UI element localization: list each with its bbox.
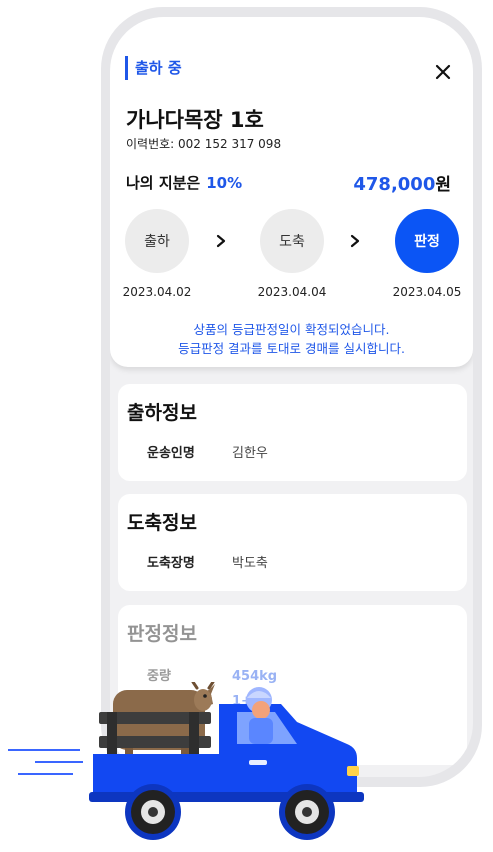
chevron-right-icon <box>216 234 226 248</box>
shipment-status-card: 출하 중 가나다목장 1호 이력번호: 002 152 317 098 나의 지… <box>110 17 473 367</box>
slaughter-info-card: 도축정보 도축장명 박도축 <box>118 494 467 591</box>
shipping-info-row: 운송인명 김한우 <box>147 442 268 461</box>
slaughter-info-title: 도축정보 <box>127 512 197 534</box>
speed-line <box>35 761 83 763</box>
carrier-name-label: 운송인명 <box>147 446 195 461</box>
grading-info-title: 판정정보 <box>127 623 197 645</box>
share-amount: 478,000원 <box>353 170 451 195</box>
carrier-name-value: 김한우 <box>232 446 268 461</box>
notice-line-1: 상품의 등급판정일이 확정되었습니다. <box>193 322 390 337</box>
grading-notice: 상품의 등급판정일이 확정되었습니다. 등급판정 결과를 토대로 경매를 실시합… <box>110 320 473 358</box>
shipping-info-card: 출하정보 운송인명 김한우 <box>118 384 467 481</box>
share-amount-unit: 원 <box>435 175 451 195</box>
step-date-grading: 2023.04.05 <box>392 285 462 299</box>
step-date-shipping: 2023.04.02 <box>122 285 192 299</box>
share-row: 나의 지분은 10% <box>126 172 242 193</box>
share-percent: 10% <box>206 174 243 192</box>
speed-line <box>18 773 73 775</box>
speed-line <box>8 749 80 751</box>
truck-illustration <box>89 682 364 840</box>
close-button[interactable] <box>428 57 458 87</box>
slaughterhouse-label: 도축장명 <box>147 556 195 571</box>
farm-name: 가나다목장 1호 <box>126 108 264 132</box>
close-icon <box>435 64 451 80</box>
slaughterhouse-value: 박도축 <box>232 556 268 571</box>
share-amount-value: 478,000 <box>353 174 436 195</box>
status-tag: 출하 중 <box>125 56 182 80</box>
phone-frame: 출하 중 가나다목장 1호 이력번호: 002 152 317 098 나의 지… <box>101 7 482 787</box>
notice-line-2: 등급판정 결과를 토대로 경매를 실시합니다. <box>178 341 405 356</box>
front-wheel <box>279 784 335 840</box>
slaughter-info-row: 도축장명 박도축 <box>147 552 268 571</box>
share-label: 나의 지분은 <box>126 174 201 192</box>
step-shipping: 출하 <box>125 209 189 273</box>
step-grading: 판정 <box>395 209 459 273</box>
chevron-right-icon <box>350 234 360 248</box>
shipping-info-title: 출하정보 <box>127 402 197 424</box>
step-slaughter: 도축 <box>260 209 324 273</box>
trace-number: 이력번호: 002 152 317 098 <box>126 137 282 151</box>
app-screen: 출하 중 가나다목장 1호 이력번호: 002 152 317 098 나의 지… <box>110 17 473 777</box>
rear-wheel <box>125 784 181 840</box>
step-date-slaughter: 2023.04.04 <box>257 285 327 299</box>
